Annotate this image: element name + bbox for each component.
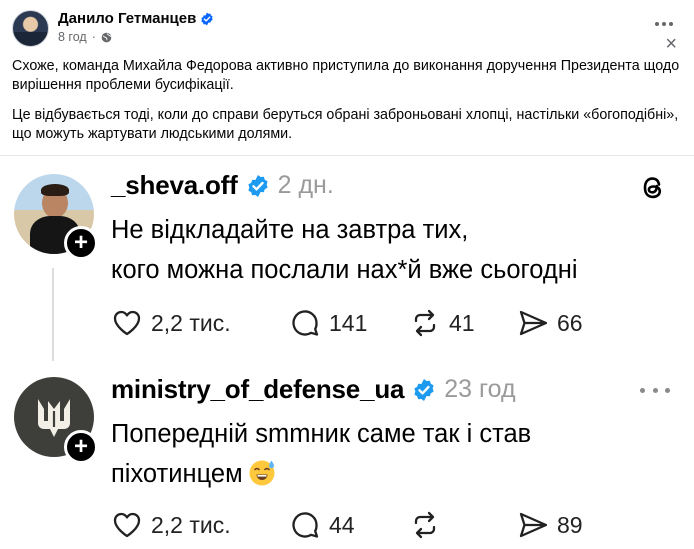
trident-emblem-icon — [38, 399, 70, 437]
comment-icon — [292, 512, 319, 538]
like-count: 2,2 тис. — [151, 309, 231, 336]
send-icon — [519, 310, 548, 336]
globe-icon — [101, 32, 112, 42]
share-count: 66 — [557, 309, 583, 336]
follow-plus-button[interactable]: + — [64, 430, 98, 464]
reply-count: 141 — [329, 309, 368, 336]
thread-text-line-with-emoji: піхотинцем — [111, 454, 671, 494]
heart-icon — [113, 512, 141, 538]
thread-text-line: кого можна послали нах*й вже сьогодні — [111, 256, 578, 284]
verified-badge-icon — [414, 378, 434, 401]
more-dot — [669, 22, 673, 26]
repost-button[interactable]: 41 — [409, 307, 517, 339]
post-paragraph-2: Це відбувається тоді, коли до справи бер… — [12, 107, 679, 142]
thread-more-options-button[interactable] — [640, 382, 670, 398]
like-button[interactable]: 2,2 тис. — [111, 509, 289, 541]
author-avatar[interactable] — [12, 10, 49, 47]
more-dot — [662, 22, 666, 26]
more-dot — [652, 387, 658, 393]
reply-button[interactable]: 141 — [289, 307, 409, 339]
thread-actions-2: 2,2 тис. 44 89 — [111, 509, 583, 541]
follow-plus-button[interactable]: + — [64, 226, 98, 260]
thread-text-line: піхотинцем — [111, 460, 243, 488]
grinning-sweat-emoji-icon — [249, 460, 275, 486]
post-time[interactable]: 8 год — [58, 30, 87, 44]
verified-badge-icon — [201, 12, 213, 25]
repost-count: 41 — [449, 309, 475, 336]
author-row: Данило Гетманцев — [58, 10, 214, 27]
thread-text-line: Не відкладайте на завтра тих, — [111, 216, 469, 244]
more-dot — [640, 387, 645, 393]
share-button[interactable]: 89 — [517, 509, 583, 541]
thread-actions-1: 2,2 тис. 141 41 66 — [111, 307, 583, 339]
thread-text-2: Попередній smmник саме так і став піхоти… — [111, 414, 671, 494]
close-icon[interactable]: × — [665, 34, 677, 54]
heart-icon — [113, 310, 141, 336]
threads-logo-icon[interactable] — [639, 172, 667, 204]
repost-icon — [414, 309, 436, 337]
more-options-button[interactable] — [652, 14, 676, 34]
send-icon — [519, 512, 548, 538]
like-count: 2,2 тис. — [151, 511, 231, 538]
repost-button[interactable] — [409, 509, 517, 541]
thread-header-2: ministry_of_defense_ua 23 год — [111, 374, 516, 405]
post-divider — [0, 155, 694, 156]
thread-time: 2 дн. — [277, 171, 334, 199]
repost-icon — [414, 511, 436, 539]
more-dot — [655, 22, 659, 26]
thread-header-1: _sheva.off 2 дн. — [111, 170, 334, 201]
thread-text-line: Попередній smmник саме так і став — [111, 420, 532, 448]
reply-count: 44 — [329, 511, 355, 538]
thread-username[interactable]: _sheva.off — [111, 170, 238, 201]
post-paragraph-1: Схоже, команда Михайла Федорова активно … — [12, 58, 680, 93]
reply-button[interactable]: 44 — [289, 509, 409, 541]
post-meta: 8 год · — [58, 30, 112, 44]
comment-icon — [292, 310, 319, 336]
more-dot — [665, 387, 670, 393]
author-name[interactable]: Данило Гетманцев — [58, 10, 196, 27]
verified-badge-icon — [248, 174, 268, 197]
like-button[interactable]: 2,2 тис. — [111, 307, 289, 339]
thread-text-1: Не відкладайте на завтра тих, кого можна… — [111, 210, 671, 290]
share-button[interactable]: 66 — [517, 307, 583, 339]
thread-connector-line — [52, 268, 54, 361]
thread-time: 23 год — [444, 375, 516, 403]
avatar-hair — [41, 184, 69, 196]
thread-username[interactable]: ministry_of_defense_ua — [111, 374, 404, 405]
meta-separator: · — [91, 30, 96, 44]
share-count: 89 — [557, 511, 583, 538]
